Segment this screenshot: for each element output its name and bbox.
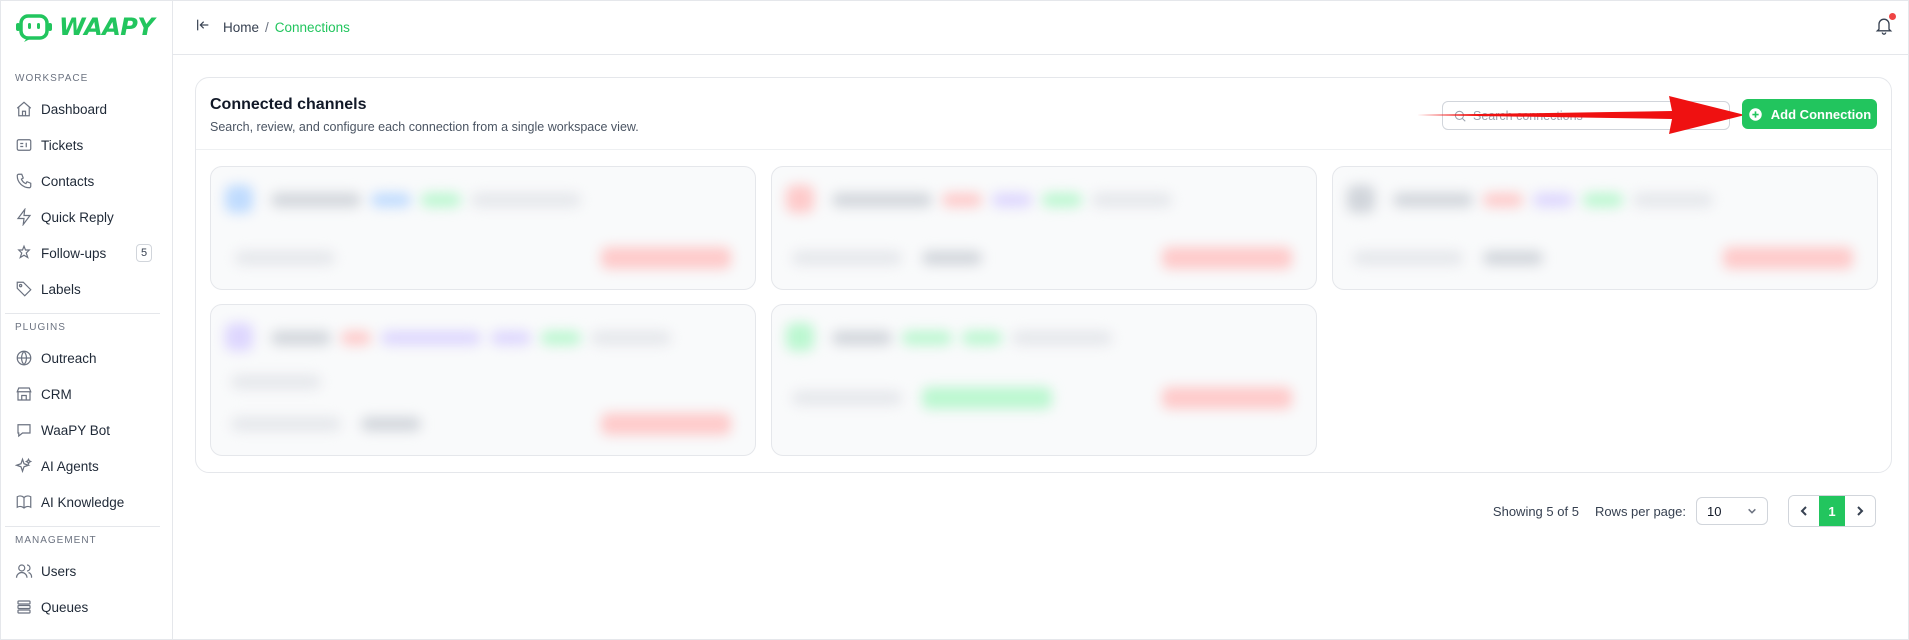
tag-icon bbox=[16, 281, 32, 297]
phone-icon bbox=[16, 173, 32, 189]
ticket-icon bbox=[16, 139, 32, 151]
sidebar-divider bbox=[5, 526, 160, 527]
plus-circle-icon bbox=[1749, 107, 1762, 121]
connection-card[interactable] bbox=[1332, 166, 1878, 290]
sidebar-item-label: Dashboard bbox=[41, 101, 108, 117]
section-label-plugins: PLUGINS bbox=[15, 322, 66, 333]
rows-per-page-select[interactable]: 10 bbox=[1696, 497, 1768, 525]
book-icon bbox=[16, 495, 32, 509]
connection-card[interactable] bbox=[210, 304, 756, 456]
sidebar-item-label: CRM bbox=[41, 386, 72, 402]
sidebar-item-follow-ups[interactable]: Follow-ups 5 bbox=[1, 235, 172, 271]
top-bar: Home / Connections bbox=[173, 1, 1908, 55]
connections-card: Connected channels Search, review, and c… bbox=[195, 77, 1892, 473]
add-connection-label: Add Connection bbox=[1770, 106, 1872, 122]
globe-icon bbox=[16, 350, 32, 366]
sidebar-item-queues[interactable]: Queues bbox=[1, 589, 172, 625]
sidebar-item-label: Outreach bbox=[41, 350, 97, 366]
sparkles-icon bbox=[15, 457, 33, 474]
breadcrumb-current: Connections bbox=[274, 20, 350, 35]
chevron-right-icon bbox=[1857, 506, 1864, 516]
sidebar-item-dashboard[interactable]: Dashboard bbox=[1, 91, 172, 127]
sidebar-item-label: Labels bbox=[41, 281, 81, 297]
search-icon bbox=[1454, 110, 1466, 122]
collapse-sidebar-icon[interactable] bbox=[195, 17, 211, 38]
sidebar-item-label: Tickets bbox=[41, 137, 84, 153]
sidebar-item-label: WaaPY Bot bbox=[41, 422, 111, 438]
showing-count: Showing 5 of 5 bbox=[1492, 503, 1579, 519]
sidebar-divider bbox=[5, 313, 160, 314]
store-icon bbox=[16, 387, 32, 401]
queue-icon bbox=[17, 600, 31, 614]
page-navigation: 1 bbox=[1788, 495, 1876, 527]
sidebar-item-labels[interactable]: Labels bbox=[1, 271, 172, 307]
main-content: Home / Connections Connected channels Se… bbox=[173, 1, 1908, 639]
bolt-icon bbox=[16, 208, 32, 226]
sidebar-item-ai-knowledge[interactable]: AI Knowledge bbox=[1, 484, 172, 520]
sidebar-item-label: Users bbox=[41, 563, 77, 579]
previous-page-button[interactable] bbox=[1789, 496, 1819, 526]
chevron-down-icon bbox=[1748, 508, 1756, 514]
sidebar-item-label: Follow-ups bbox=[41, 245, 107, 261]
sidebar-item-ai-agents[interactable]: AI Agents bbox=[1, 448, 172, 484]
card-header: Connected channels Search, review, and c… bbox=[196, 78, 1891, 150]
follow-ups-count-badge: 5 bbox=[136, 244, 152, 262]
breadcrumb: Home / Connections bbox=[223, 20, 350, 35]
chevron-left-icon bbox=[1800, 506, 1807, 516]
section-label-workspace: WORKSPACE bbox=[15, 73, 89, 84]
robot-logo-icon bbox=[16, 14, 52, 42]
sidebar-item-crm[interactable]: CRM bbox=[1, 376, 172, 412]
sidebar-item-label: Contacts bbox=[41, 173, 95, 189]
search-box[interactable] bbox=[1442, 101, 1730, 130]
sidebar-item-contacts[interactable]: Contacts bbox=[1, 163, 172, 199]
brand-logo[interactable]: WAAPY bbox=[1, 1, 172, 53]
connection-card[interactable] bbox=[771, 166, 1317, 290]
brand-name: WAAPY bbox=[59, 13, 155, 41]
page-button-current[interactable]: 1 bbox=[1819, 496, 1845, 526]
add-connection-button[interactable]: Add Connection bbox=[1742, 99, 1877, 129]
sidebar-item-label: Queues bbox=[41, 599, 89, 615]
sidebar-item-tickets[interactable]: Tickets bbox=[1, 127, 172, 163]
next-page-button[interactable] bbox=[1845, 496, 1875, 526]
notifications-button[interactable] bbox=[1874, 13, 1896, 37]
follow-up-icon bbox=[17, 244, 31, 259]
chat-bot-icon bbox=[17, 424, 31, 438]
sidebar-item-quick-reply[interactable]: Quick Reply bbox=[1, 199, 172, 235]
search-input[interactable] bbox=[1473, 108, 1693, 123]
rows-per-page-label: Rows per page: bbox=[1594, 503, 1686, 519]
connection-card[interactable] bbox=[210, 166, 756, 290]
sidebar: WAAPY WORKSPACE Dashboard Tickets Contac… bbox=[1, 1, 173, 639]
sidebar-item-label: Quick Reply bbox=[41, 209, 114, 225]
users-icon bbox=[15, 564, 33, 578]
sidebar-item-users[interactable]: Users bbox=[1, 553, 172, 589]
notification-dot bbox=[1889, 13, 1896, 20]
breadcrumb-separator: / bbox=[265, 20, 269, 35]
sidebar-item-waapy-bot[interactable]: WaaPY Bot bbox=[1, 412, 172, 448]
app-window: WAAPY WORKSPACE Dashboard Tickets Contac… bbox=[0, 0, 1909, 640]
sidebar-item-label: AI Agents bbox=[41, 458, 99, 474]
connection-card[interactable] bbox=[771, 304, 1317, 456]
pagination-bar: Showing 5 of 5 Rows per page: 10 1 bbox=[1493, 495, 1876, 527]
section-label-management: MANAGEMENT bbox=[15, 535, 97, 546]
breadcrumb-home-link[interactable]: Home bbox=[223, 20, 259, 35]
sidebar-item-label: AI Knowledge bbox=[41, 494, 125, 510]
sidebar-item-outreach[interactable]: Outreach bbox=[1, 340, 172, 376]
home-icon bbox=[16, 101, 32, 117]
rows-per-page-value: 10 bbox=[1707, 503, 1722, 519]
